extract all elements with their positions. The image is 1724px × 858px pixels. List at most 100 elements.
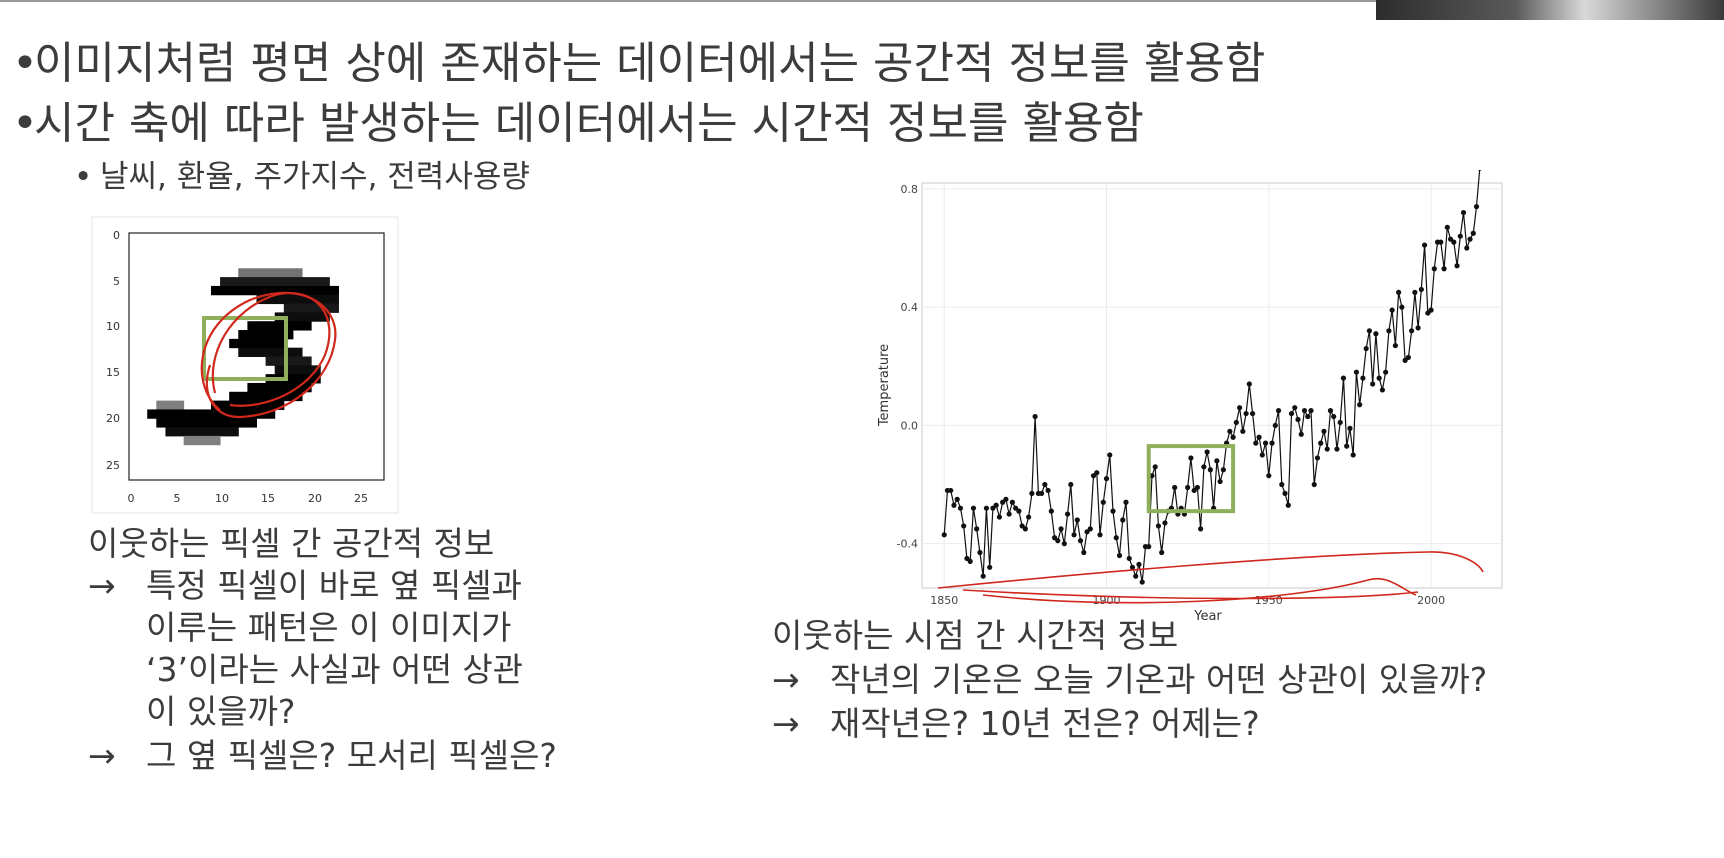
right-caption-arrow1: → 작년의 기온은 오늘 기온과 어떤 상관이 있을까? — [772, 659, 1487, 701]
digit-pixel — [292, 268, 303, 278]
digit-pixel — [165, 418, 176, 428]
x-tick-label: 20 — [308, 492, 322, 505]
sub-bullet-text: 날씨, 환율, 주가지수, 전력사용량 — [100, 159, 530, 195]
digit-pixel — [292, 374, 303, 384]
data-point — [1350, 452, 1356, 458]
digit-pixel — [311, 312, 321, 322]
x-tick-label: 0 — [128, 492, 135, 505]
digit-pixel — [247, 330, 257, 340]
data-point — [1240, 428, 1246, 434]
plot-panel — [921, 182, 1503, 589]
digit-pixel — [265, 321, 276, 331]
bullet-2-text: 시간 축에 따라 발생하는 데이터에서는 시간적 정보를 활용함 — [34, 98, 1144, 149]
data-point — [1376, 375, 1382, 381]
data-point — [1415, 325, 1421, 331]
digit-pixel — [247, 347, 257, 357]
data-point — [1064, 511, 1071, 517]
data-point — [1100, 499, 1106, 505]
data-point — [1061, 541, 1067, 547]
data-point — [1207, 467, 1213, 473]
right-arrow2-text: 재작년은? 10년 전은? 어제는? — [830, 704, 1260, 743]
y-tick-label: 0.4 — [901, 301, 919, 314]
digit-pixel — [229, 277, 239, 287]
digit-pixel — [192, 435, 203, 446]
data-point — [996, 514, 1003, 520]
digit-pixel — [201, 418, 212, 428]
y-tick-label: 10 — [106, 320, 120, 333]
data-point — [970, 505, 977, 511]
digit-pixel — [256, 268, 267, 278]
y-tick-labels: -0.4 0.0 0.4 0.8 — [897, 183, 918, 551]
x-tick-label: 15 — [261, 492, 275, 505]
data-point — [1431, 266, 1437, 272]
digit-pixel — [147, 409, 157, 419]
data-point — [1363, 345, 1369, 352]
digit-pixel — [302, 365, 312, 375]
digit-pixel — [329, 285, 339, 296]
data-point — [1077, 538, 1084, 544]
data-point — [1136, 561, 1142, 567]
data-point — [1421, 242, 1428, 248]
data-point — [1272, 422, 1278, 429]
digit-pixel — [283, 277, 294, 287]
digit-pixel — [311, 277, 321, 287]
digit-pixel — [192, 418, 203, 428]
data-point — [1344, 443, 1350, 449]
digit-pixel — [292, 347, 303, 357]
data-point — [1204, 449, 1210, 455]
data-point — [1301, 408, 1308, 414]
digit-pixel — [274, 330, 285, 340]
data-point — [1405, 354, 1411, 361]
digit-pixel — [174, 400, 185, 410]
arrow-icon: → — [88, 566, 116, 605]
data-point — [1428, 307, 1434, 313]
digit-pixel — [320, 285, 330, 296]
digit-pixel — [220, 418, 230, 428]
data-point — [1146, 544, 1152, 550]
left-caption-arrow1-line3: ‘3’이라는 사실과 어떤 상관 — [146, 650, 524, 689]
digit-pixel — [302, 277, 312, 287]
data-point — [1275, 408, 1282, 414]
left-caption-arrow1-line2: 이루는 패턴은 이 이미지가 — [146, 608, 512, 647]
digit-pixel — [165, 427, 176, 437]
data-point — [1133, 573, 1139, 579]
data-point — [961, 523, 967, 529]
data-point — [954, 496, 960, 502]
data-point — [1340, 375, 1347, 381]
x-axis-label: Year — [1193, 609, 1222, 624]
data-point — [1094, 470, 1100, 476]
data-point — [1246, 381, 1252, 387]
data-point — [1249, 410, 1256, 417]
left-caption-arrow1-line4: 이 있을까? — [146, 692, 296, 731]
digit-pixel — [247, 338, 257, 349]
data-point — [1172, 484, 1178, 491]
data-point — [1470, 230, 1476, 236]
data-point — [1217, 478, 1223, 485]
data-point — [1383, 369, 1389, 375]
digit-pixel — [274, 382, 285, 393]
data-point — [1353, 369, 1360, 375]
data-point — [1418, 286, 1424, 293]
x-tick-label: 5 — [174, 492, 181, 505]
data-point — [1331, 413, 1337, 420]
data-point — [1159, 549, 1165, 556]
data-point — [1311, 481, 1317, 488]
digit-pixel — [210, 427, 221, 437]
data-point — [1305, 413, 1311, 420]
digit-pixel — [283, 303, 294, 313]
digit-pixel — [302, 321, 312, 331]
data-point — [1357, 402, 1363, 408]
data-point — [1029, 490, 1035, 497]
digit-pixel — [247, 285, 257, 296]
digit-pixel — [238, 347, 248, 357]
data-point — [1006, 511, 1012, 517]
data-point — [1373, 331, 1379, 337]
data-point — [1444, 224, 1450, 230]
data-point — [967, 558, 973, 564]
data-point — [983, 505, 990, 511]
data-point — [1048, 508, 1054, 514]
digit-pixel — [256, 277, 267, 287]
data-point — [977, 549, 983, 556]
data-point — [1110, 508, 1116, 514]
data-point — [1285, 502, 1291, 508]
